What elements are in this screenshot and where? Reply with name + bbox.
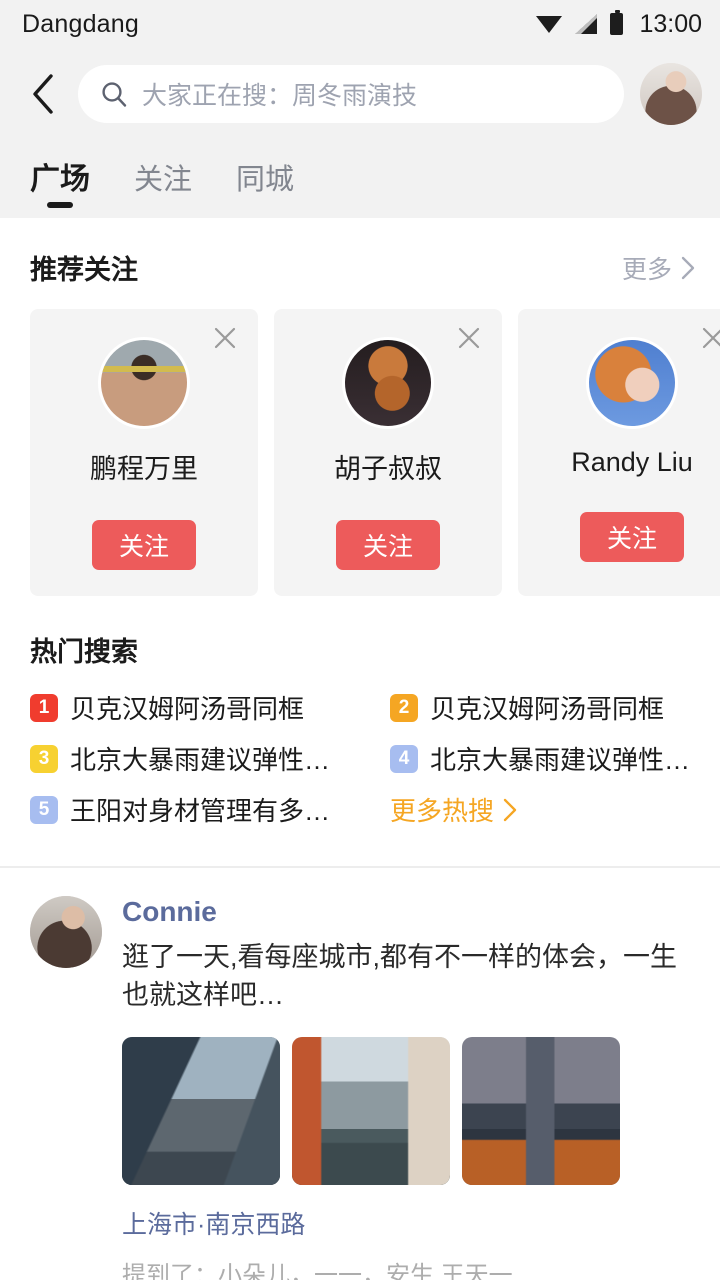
wifi-icon <box>536 14 563 34</box>
avatar[interactable] <box>586 337 678 429</box>
recommend-more-button[interactable]: 更多 <box>622 250 696 286</box>
post-image[interactable] <box>122 1036 280 1185</box>
status-bar: Dangdang 13:00 <box>0 0 720 48</box>
app-screen: Dangdang 13:00 大家正在搜：周冬雨演技 广场 关注 同城 推荐关注… <box>0 0 720 1280</box>
recommend-card-name: Randy Liu <box>571 447 693 477</box>
recommend-title: 推荐关注 <box>30 255 138 285</box>
close-icon[interactable] <box>210 323 240 353</box>
close-icon[interactable] <box>698 323 720 353</box>
chevron-right-icon <box>681 256 695 279</box>
post-body: Connie 逛了一天,看每座城市,都有不一样的体会，一生也就这样吧… 上海市·… <box>122 896 696 1280</box>
signal-icon <box>575 14 598 34</box>
tab-plaza-label: 广场 <box>30 163 90 196</box>
recommend-section-header: 推荐关注 更多 <box>0 218 720 287</box>
hot-search-item[interactable]: 4 北京大暴雨建议弹性… <box>390 740 720 777</box>
recommend-more-label: 更多 <box>621 255 672 284</box>
header-zone: Dangdang 13:00 大家正在搜：周冬雨演技 广场 关注 同城 <box>0 0 720 218</box>
status-bar-time: 13:00 <box>639 9 702 38</box>
recommend-card[interactable]: 胡子叔叔 关注 <box>274 309 502 596</box>
hot-search-more-label: 更多热搜 <box>390 796 495 826</box>
follow-button[interactable]: 关注 <box>580 512 684 562</box>
back-chevron-icon <box>33 74 53 114</box>
recommend-card-list: 鹏程万里 关注 胡子叔叔 关注 Randy Liu 关注 <box>0 287 720 596</box>
rank-badge: 3 <box>30 744 58 773</box>
avatar[interactable] <box>98 337 190 429</box>
close-icon[interactable] <box>454 323 484 353</box>
avatar-image <box>345 340 431 426</box>
tab-following[interactable]: 关注 <box>134 156 192 218</box>
status-bar-app-title: Dangdang <box>22 9 139 38</box>
post-image-grid <box>122 1036 696 1185</box>
hot-search-text: 贝克汉姆阿汤哥同框 <box>70 694 305 724</box>
hot-search-item[interactable]: 2 贝克汉姆阿汤哥同框 <box>390 689 720 726</box>
hot-search-text: 贝克汉姆阿汤哥同框 <box>430 694 665 724</box>
follow-button[interactable]: 关注 <box>336 520 440 570</box>
avatar-image <box>640 63 702 125</box>
search-row: 大家正在搜：周冬雨演技 <box>0 48 720 140</box>
hot-search-section: 热门搜索 1 贝克汉姆阿汤哥同框 2 贝克汉姆阿汤哥同框 3 北京大暴雨建议弹性… <box>0 596 720 828</box>
recommend-card-name: 胡子叔叔 <box>334 454 442 484</box>
follow-button[interactable]: 关注 <box>92 520 196 570</box>
tab-bar: 广场 关注 同城 <box>0 140 720 218</box>
recommend-card-name: 鹏程万里 <box>90 454 198 484</box>
recommend-card[interactable]: Randy Liu 关注 <box>518 309 720 596</box>
rank-badge: 1 <box>30 693 58 722</box>
post-image[interactable] <box>462 1036 620 1185</box>
tab-following-label: 关注 <box>134 164 193 196</box>
post-avatar[interactable] <box>30 896 102 968</box>
avatar-image <box>101 340 187 426</box>
back-button[interactable] <box>24 72 62 116</box>
chevron-right-icon <box>503 798 517 821</box>
avatar[interactable] <box>342 337 434 429</box>
profile-avatar[interactable] <box>640 63 702 125</box>
post-username[interactable]: Connie <box>122 896 696 928</box>
post-location[interactable]: 上海市·南京西路 <box>122 1205 696 1241</box>
hot-search-item[interactable]: 5 王阳对身材管理有多… <box>30 791 390 828</box>
rank-badge: 2 <box>390 693 418 722</box>
search-input[interactable]: 大家正在搜：周冬雨演技 <box>78 65 624 123</box>
hot-search-list: 1 贝克汉姆阿汤哥同框 2 贝克汉姆阿汤哥同框 3 北京大暴雨建议弹性… 4 北… <box>0 669 720 828</box>
hot-search-item[interactable]: 1 贝克汉姆阿汤哥同框 <box>30 689 390 726</box>
post-mentions: 提到了：小朵儿，一一，安生,王天一 <box>122 1261 513 1280</box>
status-bar-icons: 13:00 <box>536 10 702 39</box>
search-placeholder: 大家正在搜：周冬雨演技 <box>142 82 418 110</box>
feed-post[interactable]: Connie 逛了一天,看每座城市,都有不一样的体会，一生也就这样吧… 上海市·… <box>0 868 720 1280</box>
avatar-image <box>30 896 102 968</box>
post-text: 逛了一天,看每座城市,都有不一样的体会，一生也就这样吧… <box>122 942 678 1011</box>
search-icon <box>102 82 127 107</box>
hot-search-title: 热门搜索 <box>30 637 138 667</box>
hot-search-text: 北京大暴雨建议弹性… <box>70 745 331 775</box>
tab-nearby-label: 同城 <box>236 164 295 196</box>
hot-search-item[interactable]: 3 北京大暴雨建议弹性… <box>30 740 390 777</box>
hot-search-text: 王阳对身材管理有多… <box>70 796 331 826</box>
tab-nearby[interactable]: 同城 <box>236 156 294 218</box>
rank-badge: 5 <box>30 795 58 824</box>
battery-icon <box>610 10 624 35</box>
recommend-card[interactable]: 鹏程万里 关注 <box>30 309 258 596</box>
hot-search-text: 北京大暴雨建议弹性… <box>430 745 691 775</box>
post-image[interactable] <box>292 1036 450 1185</box>
avatar-image <box>589 340 675 426</box>
hot-search-more-button[interactable]: 更多热搜 <box>390 791 720 828</box>
rank-badge: 4 <box>390 744 418 773</box>
tab-plaza[interactable]: 广场 <box>30 154 90 218</box>
